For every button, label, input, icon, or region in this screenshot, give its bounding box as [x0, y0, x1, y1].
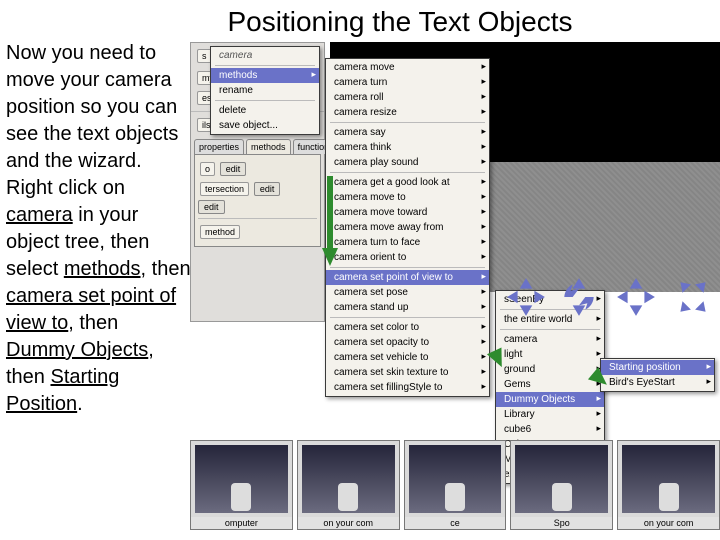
menu-item[interactable]: Bird's EyeStart: [601, 375, 714, 390]
menu-item[interactable]: camera set color to: [326, 320, 489, 335]
camera-move-compass-icon[interactable]: [505, 276, 547, 318]
submenu-dummy: Starting positionBird's EyeStart: [600, 358, 715, 392]
camera-tilt-compass-icon[interactable]: [615, 276, 657, 318]
tab-methods[interactable]: methods: [246, 139, 291, 154]
menu-item[interactable]: camera set skin texture to: [326, 365, 489, 380]
menu-item[interactable]: Dummy Objects: [496, 392, 604, 407]
ctx-item-delete[interactable]: delete: [211, 103, 319, 118]
submenu-methods: camera movecamera turncamera rollcamera …: [325, 58, 490, 397]
menu-item[interactable]: camera move: [326, 60, 489, 75]
thumbnail[interactable]: on your com: [297, 440, 400, 530]
menu-item[interactable]: camera resize: [326, 105, 489, 120]
arrow-indicator-icon: [322, 248, 338, 266]
menu-item[interactable]: camera set point of view to: [326, 270, 489, 285]
create-method-chip[interactable]: method: [200, 225, 240, 239]
menu-item[interactable]: Library: [496, 407, 604, 422]
edit-button[interactable]: edit: [254, 182, 281, 196]
menu-item[interactable]: camera move to: [326, 190, 489, 205]
menu-item[interactable]: camera think: [326, 140, 489, 155]
method-chip[interactable]: tersection: [200, 182, 249, 196]
thumbnail[interactable]: ce: [404, 440, 507, 530]
camera-orbit-compass-icon[interactable]: [672, 276, 714, 318]
menu-item[interactable]: light: [496, 347, 604, 362]
instruction-text: Now you need to move your camera positio…: [6, 40, 191, 418]
menu-item[interactable]: camera set vehicle to: [326, 350, 489, 365]
tab-properties[interactable]: properties: [194, 139, 244, 154]
menu-item[interactable]: camera turn to face: [326, 235, 489, 250]
ctx-title: camera: [211, 48, 319, 63]
edit-button[interactable]: edit: [220, 162, 247, 176]
menu-item[interactable]: camera play sound: [326, 155, 489, 170]
menu-item[interactable]: camera: [496, 332, 604, 347]
menu-item[interactable]: camera say: [326, 125, 489, 140]
menu-item[interactable]: camera turn: [326, 75, 489, 90]
method-chip[interactable]: o: [200, 162, 215, 176]
scene-thumbnails: omputer on your com ce Spo on your com: [190, 440, 720, 530]
thumbnail[interactable]: Spo: [510, 440, 613, 530]
edit-button[interactable]: edit: [198, 200, 225, 214]
menu-item[interactable]: camera move toward: [326, 205, 489, 220]
menu-item[interactable]: camera set pose: [326, 285, 489, 300]
panel-tabs: properties methods functions: [191, 136, 324, 154]
ctx-item-rename[interactable]: rename: [211, 83, 319, 98]
camera-turn-compass-icon[interactable]: [558, 276, 600, 318]
page-title: Positioning the Text Objects: [0, 0, 720, 40]
ctx-item-methods[interactable]: methods: [211, 68, 319, 83]
menu-item[interactable]: camera set opacity to: [326, 335, 489, 350]
context-menu: camera methods rename delete save object…: [210, 46, 320, 135]
menu-item[interactable]: camera get a good look at: [326, 175, 489, 190]
menu-item[interactable]: camera orient to: [326, 250, 489, 265]
menu-item[interactable]: camera stand up: [326, 300, 489, 315]
menu-item[interactable]: ground: [496, 362, 604, 377]
thumbnail[interactable]: on your com: [617, 440, 720, 530]
menu-item[interactable]: Starting position: [601, 360, 714, 375]
menu-item[interactable]: camera set fillingStyle to: [326, 380, 489, 395]
menu-item[interactable]: camera move away from: [326, 220, 489, 235]
menu-item[interactable]: cube6: [496, 422, 604, 437]
thumbnail[interactable]: omputer: [190, 440, 293, 530]
menu-item[interactable]: camera roll: [326, 90, 489, 105]
ctx-item-save[interactable]: save object...: [211, 118, 319, 133]
